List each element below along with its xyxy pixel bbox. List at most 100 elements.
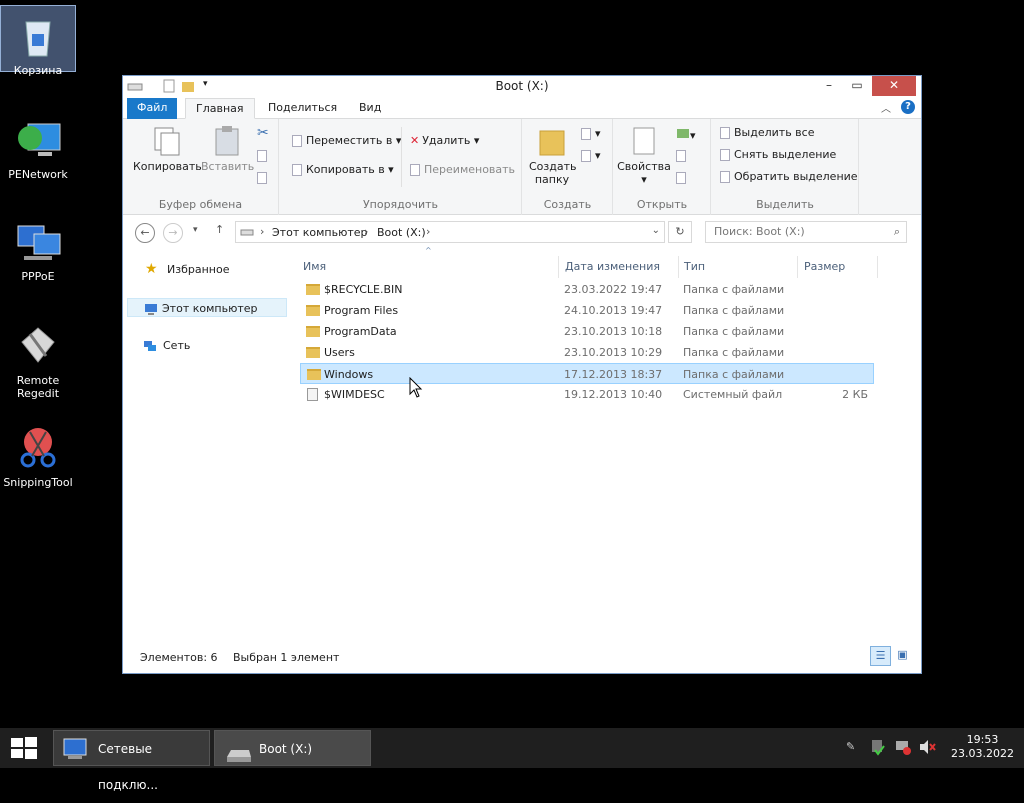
desktop-icon-label: Корзина xyxy=(13,64,63,77)
rename-button[interactable]: Переименовать xyxy=(410,162,515,178)
star-icon: ★ xyxy=(145,261,158,277)
folder-icon xyxy=(306,284,320,295)
ribbon-tabs: Файл Главная Поделиться Вид ︿ ? xyxy=(123,97,921,119)
volume-muted-tray-icon[interactable] xyxy=(918,738,936,759)
select-all-button[interactable]: Выделить все xyxy=(720,125,814,141)
desktop-icon-recycle-bin[interactable]: Корзина xyxy=(0,5,76,77)
delete-icon: ✕ xyxy=(410,134,420,147)
invert-icon xyxy=(720,171,730,183)
navigation-pane: ★ Избранное Этот компьютер Сеть xyxy=(123,252,293,642)
close-button[interactable]: ✕ xyxy=(872,76,916,96)
large-icons-view-button[interactable]: ▣ xyxy=(892,646,913,666)
copy-to-button[interactable]: Копировать в ▾ xyxy=(292,162,394,178)
file-modified: 23.10.2013 10:29 xyxy=(564,346,663,359)
title-bar: ▾ Boot (X:) – ▭ ✕ xyxy=(123,76,921,97)
select-none-label: Снять выделение xyxy=(734,148,837,161)
select-all-label: Выделить все xyxy=(734,126,815,139)
rename-label: Переименовать xyxy=(424,163,516,176)
collapse-ribbon-icon[interactable]: ︿ xyxy=(881,100,891,115)
crumb-boot[interactable]: Boot (X:) xyxy=(377,226,426,239)
desktop-icon-label: Remote Regedit xyxy=(16,374,60,400)
group-label: Создать xyxy=(543,198,592,211)
folder-icon xyxy=(307,369,321,380)
folder-icon xyxy=(306,305,320,316)
recent-dropdown-icon[interactable]: ▾ xyxy=(193,225,198,235)
taskbar-item-explorer[interactable]: Boot (X:) xyxy=(214,730,371,766)
network-computers-icon xyxy=(14,218,62,266)
shield-check-tray-icon[interactable] xyxy=(870,738,886,759)
file-row[interactable]: Program Files 24.10.2013 19:47 Папка с ф… xyxy=(300,300,874,321)
address-dropdown-icon[interactable]: ⌄ xyxy=(652,225,660,236)
pen-tray-icon[interactable]: ✎ xyxy=(846,740,855,753)
clock[interactable]: 19:53 23.03.2022 xyxy=(951,733,1014,761)
new-item-icon[interactable]: ▾ xyxy=(581,127,601,140)
taskbar-item-label: Сетевые подклю... xyxy=(98,742,158,792)
edit-icon[interactable] xyxy=(676,149,690,162)
file-type: Папка с файлами xyxy=(683,368,785,381)
tab-file[interactable]: Файл xyxy=(127,98,178,119)
file-row[interactable]: $RECYCLE.BIN 23.03.2022 19:47 Папка с фа… xyxy=(300,279,874,300)
file-name: $RECYCLE.BIN xyxy=(324,283,403,296)
column-modified[interactable]: Дата изменения xyxy=(565,256,679,278)
open-icon[interactable]: ▾ xyxy=(676,127,696,142)
taskbar-item-network[interactable]: Сетевые подклю... xyxy=(53,730,210,792)
nav-network[interactable]: Сеть xyxy=(127,336,287,355)
refresh-button[interactable]: ↻ xyxy=(668,221,692,243)
tab-view[interactable]: Вид xyxy=(349,98,391,119)
crumb-this-pc[interactable]: Этот компьютер xyxy=(272,226,368,239)
file-row[interactable]: Users 23.10.2013 10:29 Папка с файлами xyxy=(300,342,874,363)
properties-button[interactable]: Свойства ▾ xyxy=(616,125,672,186)
start-button[interactable] xyxy=(10,736,38,763)
regedit-icon xyxy=(14,322,62,370)
breadcrumb[interactable]: › Этот компьютер › Boot (X:) › ⌄ xyxy=(235,221,665,243)
file-size: 2 КБ xyxy=(842,388,868,401)
back-button[interactable]: ← xyxy=(135,223,155,243)
delete-label: Удалить xyxy=(422,134,471,147)
history-icon[interactable] xyxy=(676,171,690,184)
file-modified: 17.12.2013 18:37 xyxy=(564,368,663,381)
easy-access-icon[interactable]: ▾ xyxy=(581,149,601,162)
group-label: Выделить xyxy=(756,198,814,211)
forward-button[interactable]: → xyxy=(163,223,183,243)
desktop-icon-penetwork[interactable]: PENetwork xyxy=(0,110,76,181)
new-folder-button[interactable]: Создать папку xyxy=(527,125,577,186)
paste-label: Вставить xyxy=(201,160,255,173)
paste-shortcut-icon[interactable] xyxy=(257,171,271,184)
move-to-button[interactable]: Переместить в ▾ xyxy=(292,133,401,149)
network-error-tray-icon[interactable] xyxy=(894,738,912,759)
window-title: Boot (X:) xyxy=(495,79,549,93)
desktop-icon-remote-regedit[interactable]: Remote Regedit xyxy=(0,316,76,400)
column-name[interactable]: Имя xyxy=(303,256,559,278)
select-all-icon xyxy=(720,127,730,139)
copy-path-icon[interactable] xyxy=(257,149,271,162)
details-view-button[interactable]: ☰ xyxy=(870,646,891,666)
taskbar: Сетевые подклю... Boot (X:) ✎ 19:53 23.0… xyxy=(0,728,1024,792)
file-row[interactable]: ProgramData 23.10.2013 10:18 Папка с фай… xyxy=(300,321,874,342)
tab-home[interactable]: Главная xyxy=(185,98,255,119)
desktop-icon-snippingtool[interactable]: SnippingTool xyxy=(0,418,76,489)
up-button[interactable]: ↑ xyxy=(215,223,224,236)
tab-share[interactable]: Поделиться xyxy=(258,98,347,119)
nav-favorites[interactable]: ★ Избранное xyxy=(127,260,287,279)
paste-button[interactable]: Вставить xyxy=(201,125,255,173)
column-size[interactable]: Размер xyxy=(804,256,878,278)
maximize-button[interactable]: ▭ xyxy=(843,76,871,96)
desktop-icon-label: PPPoE xyxy=(21,270,55,283)
column-type[interactable]: Тип xyxy=(684,256,798,278)
minimize-button[interactable]: – xyxy=(815,76,843,96)
file-name: $WIMDESC xyxy=(324,388,385,401)
file-row[interactable]: $WIMDESC 19.12.2013 10:40 Системный файл… xyxy=(300,384,874,405)
folder-icon xyxy=(306,347,320,358)
invert-selection-button[interactable]: Обратить выделение xyxy=(720,169,858,185)
delete-button[interactable]: ✕ Удалить ▾ xyxy=(410,133,479,149)
copy-button[interactable]: Копировать xyxy=(133,125,202,173)
help-icon[interactable]: ? xyxy=(901,100,915,114)
cut-icon[interactable]: ✂ xyxy=(257,125,269,141)
select-none-button[interactable]: Снять выделение xyxy=(720,147,836,163)
properties-icon xyxy=(633,127,655,155)
nav-this-pc[interactable]: Этот компьютер xyxy=(127,298,287,317)
search-input[interactable]: Поиск: Boot (X:) ⌕ xyxy=(705,221,907,243)
desktop-icon-pppoe[interactable]: PPPoE xyxy=(0,212,76,283)
drive-icon xyxy=(225,741,253,777)
file-row-selected[interactable]: Windows 17.12.2013 18:37 Папка с файлами xyxy=(300,363,874,384)
